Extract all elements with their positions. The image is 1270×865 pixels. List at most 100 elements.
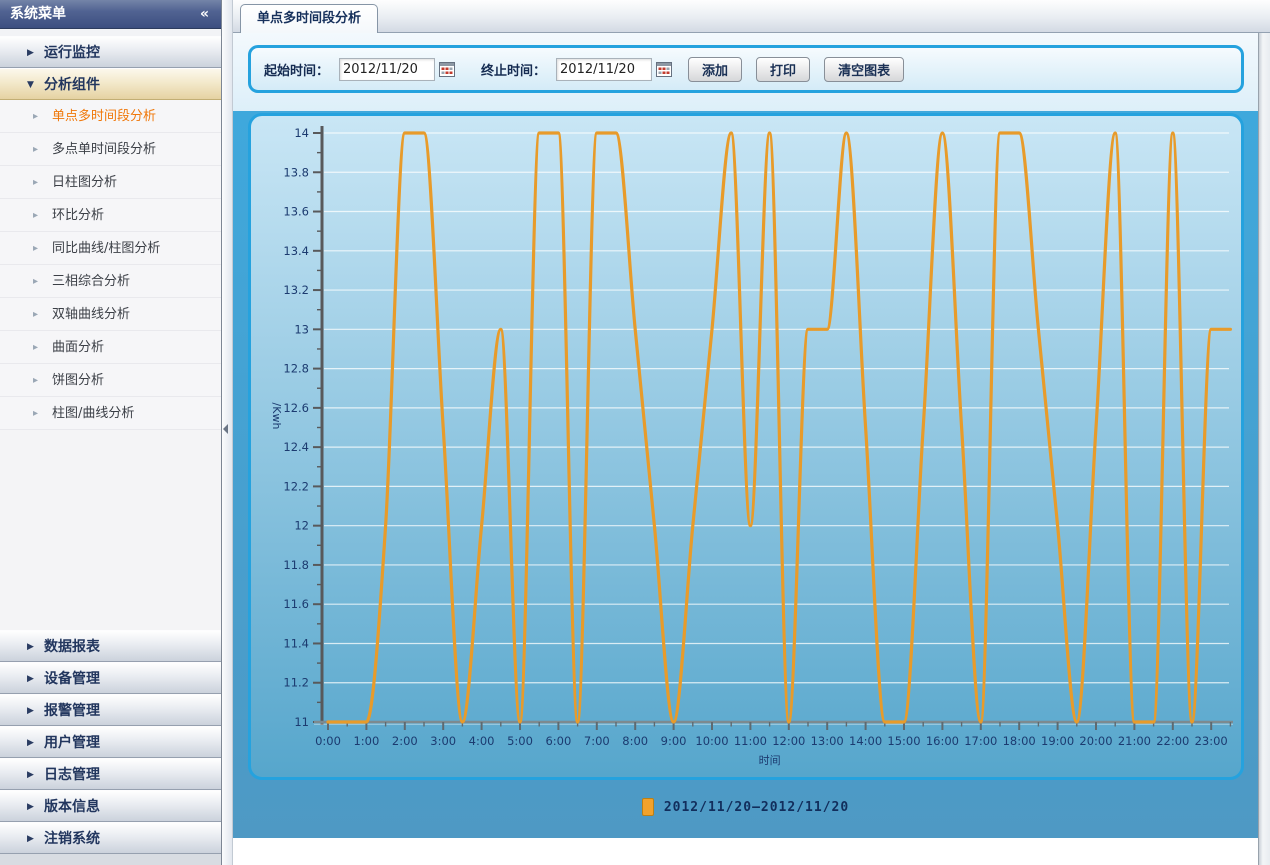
x-tick-label: 2:00	[392, 734, 418, 748]
sidebar-section-user-mgmt[interactable]: ▶用户管理	[0, 726, 221, 758]
sidebar-bottom-sections: ▶数据报表▶设备管理▶报警管理▶用户管理▶日志管理▶版本信息▶注销系统	[0, 630, 221, 865]
series-line	[328, 133, 1230, 722]
chevron-right-icon: ▶	[27, 727, 34, 759]
x-tick-label: 22:00	[1156, 734, 1189, 748]
end-time-label: 终止时间：	[481, 60, 546, 79]
sidebar-filler	[0, 433, 221, 628]
sidebar-splitter[interactable]	[222, 0, 233, 865]
add-button[interactable]: 添加	[688, 57, 742, 82]
tab-single-point-multi-period[interactable]: 单点多时间段分析	[240, 4, 378, 33]
x-tick-label: 3:00	[430, 734, 456, 748]
x-tick-label: 7:00	[584, 734, 610, 748]
x-tick-label: 10:00	[695, 734, 728, 748]
y-tick-label: 11.8	[283, 558, 309, 572]
sidebar-item-bar-curve-analysis[interactable]: ▸柱图/曲线分析	[0, 397, 221, 430]
start-time-input[interactable]	[339, 58, 435, 81]
sidebar-item-label: 单点多时间段分析	[52, 109, 156, 124]
y-tick-label: 12.4	[283, 440, 309, 454]
y-tick-label: 14	[294, 126, 309, 140]
x-tick-label: 9:00	[661, 734, 687, 748]
sidebar-section-label: 报警管理	[44, 703, 100, 719]
tab-label: 单点多时间段分析	[257, 11, 361, 26]
right-scroll-strip[interactable]	[1258, 33, 1270, 865]
x-tick-label: 8:00	[622, 734, 648, 748]
x-tick-label: 14:00	[849, 734, 882, 748]
sidebar-section-label: 数据报表	[44, 639, 100, 655]
sidebar-section-version-info[interactable]: ▶版本信息	[0, 790, 221, 822]
splitter-collapse-arrow[interactable]	[223, 424, 228, 434]
start-calendar-icon[interactable]	[439, 62, 455, 77]
x-tick-label: 17:00	[964, 734, 997, 748]
y-tick-label: 11	[294, 715, 309, 729]
sidebar-section-logout[interactable]: ▶注销系统	[0, 822, 221, 854]
y-tick-label: 13	[294, 322, 309, 336]
sidebar-item-label: 同比曲线/柱图分析	[52, 241, 160, 256]
chevron-right-icon: ▶	[27, 37, 34, 69]
x-tick-label: 13:00	[811, 734, 844, 748]
y-tick-label: 13.8	[283, 165, 309, 179]
chevron-right-icon: ▸	[33, 331, 38, 364]
sidebar-item-dual-axis-curve-analysis[interactable]: ▸ 双轴曲线分析	[0, 298, 221, 331]
chevron-right-icon: ▸	[33, 100, 38, 133]
sidebar-collapse-icon[interactable]: «	[200, 0, 209, 29]
sidebar-item-yoy-curve-bar-analysis[interactable]: ▸ 同比曲线/柱图分析	[0, 232, 221, 265]
legend-marker	[642, 798, 654, 816]
sidebar-section-device-mgmt[interactable]: ▶设备管理	[0, 662, 221, 694]
y-tick-label: 12.8	[283, 362, 309, 376]
toolbar-panel: 起始时间： 终止时间：	[248, 45, 1244, 93]
x-tick-label: 0:00	[315, 734, 341, 748]
y-tick-label: 13.2	[283, 283, 309, 297]
clear-chart-button[interactable]: 清空图表	[824, 57, 904, 82]
sidebar-section-alarm-mgmt[interactable]: ▶ 报警管理	[0, 694, 221, 726]
sidebar-section-run-monitor[interactable]: ▶ 运行监控	[0, 36, 221, 68]
sidebar-top-sections: ▶ 运行监控 ▼ 分析组件	[0, 36, 221, 100]
app-window: 系统菜单 « ▶ 运行监控 ▼ 分析组件 ▸ 单点多时间段分析 ▸多点单时间段分析▸日柱图…	[0, 0, 1270, 865]
sidebar-item-chain-ratio-analysis[interactable]: ▸ 环比分析	[0, 199, 221, 232]
sidebar-section-label: 设备管理	[44, 671, 100, 687]
sidebar-section-label: 版本信息	[44, 799, 100, 815]
chevron-right-icon: ▶	[27, 823, 34, 855]
print-button[interactable]: 打印	[756, 57, 810, 82]
sidebar-section-label: 分析组件	[44, 77, 100, 93]
end-calendar-icon[interactable]	[656, 62, 672, 77]
sidebar-title: 系统菜单	[10, 6, 66, 22]
sidebar-section-log-mgmt[interactable]: ▶日志管理	[0, 758, 221, 790]
y-tick-label: 13.6	[283, 205, 309, 219]
x-tick-label: 1:00	[353, 734, 379, 748]
tab-strip: 单点多时间段分析	[233, 0, 1270, 33]
sidebar-item-single-point-multi-period[interactable]: ▸ 单点多时间段分析	[0, 100, 221, 133]
y-tick-label: 11.4	[283, 636, 309, 650]
chevron-right-icon: ▶	[27, 759, 34, 791]
sidebar-item-daily-bar-analysis[interactable]: ▸日柱图分析	[0, 166, 221, 199]
main-area: 单点多时间段分析 起始时间： 终止时间：	[233, 0, 1270, 865]
chart-panel: 1111.211.411.611.81212.212.412.612.81313…	[248, 113, 1244, 780]
sidebar-section-analysis-components[interactable]: ▼ 分析组件	[0, 68, 221, 100]
x-axis-title: 时间	[759, 754, 781, 767]
x-tick-label: 12:00	[772, 734, 805, 748]
y-tick-label: 12.6	[283, 401, 309, 415]
sidebar-item-surface-analysis[interactable]: ▸曲面分析	[0, 331, 221, 364]
chevron-right-icon: ▸	[33, 298, 38, 331]
y-tick-label: 12	[294, 519, 309, 533]
chevron-right-icon: ▸	[33, 397, 38, 430]
chevron-right-icon: ▶	[27, 695, 34, 727]
chevron-right-icon: ▸	[33, 364, 38, 397]
x-tick-label: 21:00	[1118, 734, 1151, 748]
sidebar-gap	[0, 29, 221, 36]
chevron-down-icon: ▼	[27, 69, 34, 101]
x-tick-label: 20:00	[1079, 734, 1112, 748]
sidebar-item-label: 双轴曲线分析	[52, 307, 130, 322]
legend-label: 2012/11/20—2012/11/20	[664, 800, 849, 815]
chevron-right-icon: ▸	[33, 199, 38, 232]
sidebar-item-pie-analysis[interactable]: ▸饼图分析	[0, 364, 221, 397]
y-tick-label: 11.2	[283, 676, 309, 690]
sidebar-item-label: 环比分析	[52, 208, 104, 223]
chevron-right-icon: ▸	[33, 232, 38, 265]
sidebar-section-data-reports[interactable]: ▶数据报表	[0, 630, 221, 662]
sidebar-section-label: 运行监控	[44, 45, 100, 61]
end-time-input[interactable]	[556, 58, 652, 81]
x-tick-label: 15:00	[887, 734, 920, 748]
y-axis-title: /Kwh	[270, 403, 283, 430]
sidebar-item-three-phase-analysis[interactable]: ▸三相综合分析	[0, 265, 221, 298]
sidebar-item-multi-point-single-period[interactable]: ▸多点单时间段分析	[0, 133, 221, 166]
